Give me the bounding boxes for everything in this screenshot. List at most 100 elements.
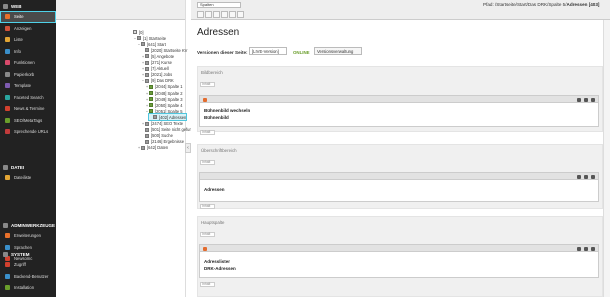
module-item[interactable]: Funktionen: [0, 57, 56, 69]
module-item-label: Sprachen: [14, 244, 32, 250]
group-icon: [3, 252, 8, 257]
page-icon: [149, 91, 153, 95]
tree-node-label: [2044] Spalte 1: [155, 84, 183, 90]
page-icon: [141, 145, 145, 150]
content-element[interactable]: Adresslister DRK-Adressen: [199, 244, 599, 278]
module-icon: [5, 106, 10, 112]
edit-icon[interactable]: [577, 246, 581, 251]
content-element[interactable]: Adressen: [199, 172, 599, 202]
tree-node[interactable]: + [2050] Spalte 4: [145, 102, 183, 108]
page-icon: [145, 60, 149, 65]
module-icon: [5, 129, 10, 135]
content-element[interactable]: Bühnenbild wechseln Bühnenbild: [199, 95, 599, 127]
edit-icon[interactable]: [577, 174, 581, 179]
page-icon: [141, 42, 145, 47]
module-item[interactable]: SEO/MetaTags: [0, 115, 56, 127]
search-icon[interactable]: [221, 11, 228, 18]
module-item[interactable]: Dateiliste: [0, 172, 56, 184]
breadcrumb: Pfad: /Startseite/Start/Das DRK/Spalte 5…: [483, 2, 599, 7]
module-item[interactable]: Seite: [0, 11, 56, 23]
view-mode-select[interactable]: Spalten: [197, 2, 241, 8]
visibility-icon[interactable]: [584, 174, 588, 179]
content-title: Adresslister: [204, 259, 231, 264]
module-item[interactable]: Installation: [0, 282, 56, 294]
tree-node-label: [402] Adressen: [159, 114, 187, 120]
module-group-3[interactable]: SYSTEM: [0, 250, 56, 259]
module-group-label: DATEI: [11, 165, 25, 170]
tree-node-label: [2474] SEO Texte: [151, 121, 184, 126]
module-group-1[interactable]: DATEI: [0, 163, 56, 172]
module-item[interactable]: News & Termine: [0, 103, 56, 115]
module-group-label: ADMINWERKZEUGE: [11, 223, 55, 228]
new-content-button[interactable]: Inhalt: [200, 204, 215, 209]
tree-node[interactable]: + [2048] Spalte 2: [145, 90, 183, 96]
breadcrumb-page: Adressen [403]: [566, 2, 600, 7]
page-icon: [145, 121, 149, 126]
tree-node[interactable]: + [271] Kurse: [141, 60, 172, 66]
page-icon: [149, 103, 153, 108]
delete-icon[interactable]: [591, 246, 595, 251]
edit-icon[interactable]: [577, 97, 581, 102]
new-content-button[interactable]: Inhalt: [200, 232, 215, 237]
breadcrumb-path: Pfad: /Startseite/Start/Das DRK/Spalte 5…: [483, 2, 567, 7]
tree-node[interactable]: + [2044] Spalte 1: [145, 84, 183, 90]
tree-node[interactable]: [500] Suche: [141, 133, 173, 139]
new-content-button[interactable]: Inhalt: [200, 82, 215, 87]
new-content-icon[interactable]: [213, 11, 220, 18]
tree-node-label: [2021] Jobs: [151, 72, 173, 78]
tree-node[interactable]: + [2474] SEO Texte: [141, 121, 183, 127]
module-item[interactable]: Liste: [0, 34, 56, 46]
module-group-2[interactable]: ADMINWERKZEUGE: [0, 221, 56, 230]
module-item[interactable]: Erweiterungen: [0, 230, 56, 242]
content-title: Bühnenbild wechseln: [204, 108, 251, 113]
module-item[interactable]: Info: [0, 46, 56, 58]
tree-node[interactable]: + [7] Aktuell: [141, 66, 169, 72]
new-content-button[interactable]: Inhalt: [200, 160, 215, 165]
module-item[interactable]: Papierkorb: [0, 69, 56, 81]
refresh-icon[interactable]: [229, 11, 236, 18]
edit-page-icon[interactable]: [205, 11, 212, 18]
visibility-icon[interactable]: [584, 97, 588, 102]
group-icon: [3, 165, 8, 170]
tree-node-label: [2049] Spalte 3: [155, 96, 183, 102]
tree-node[interactable]: [501] Seite nicht gefunden: [141, 127, 199, 133]
tree-node[interactable]: + [642] Daten: [137, 145, 168, 151]
delete-icon[interactable]: [591, 174, 595, 179]
tree-node-label: [500] Suche: [151, 133, 173, 139]
tree-node[interactable]: + [2021] Jobs: [141, 72, 172, 78]
module-icon: [5, 14, 10, 20]
bookmark-icon[interactable]: [237, 11, 244, 18]
view-icon[interactable]: [197, 11, 204, 18]
version-select[interactable]: [LIVE-Version]: [249, 47, 287, 55]
tree-node[interactable]: − [641] Start: [137, 41, 166, 47]
tree-node[interactable]: [0]: [129, 29, 144, 35]
module-item-label: Seite: [14, 14, 24, 20]
module-item[interactable]: Backend-Benutzer: [0, 271, 56, 283]
module-icon: [5, 285, 10, 291]
module-item-label: SEO/MetaTags: [14, 117, 43, 123]
tree-node[interactable]: + [2049] Spalte 3: [145, 96, 183, 102]
version-manager-button[interactable]: Versionsverwaltung: [314, 47, 362, 55]
module-item-label: Backend-Benutzer: [14, 273, 49, 279]
tree-node[interactable]: − [9] Das DRK: [141, 78, 174, 84]
module-item[interactable]: Faceted Search: [0, 92, 56, 104]
module-item[interactable]: Template: [0, 80, 56, 92]
module-item[interactable]: Zugriff: [0, 259, 56, 271]
tree-node[interactable]: − [2051] Spalte 5: [145, 108, 183, 114]
visibility-icon[interactable]: [584, 246, 588, 251]
delete-icon[interactable]: [591, 97, 595, 102]
module-item-label: Installation: [14, 285, 35, 291]
tree-node[interactable]: [2020] Startseite KV: [141, 47, 187, 53]
new-content-button[interactable]: Inhalt: [200, 282, 215, 287]
module-item[interactable]: Anzeigen: [0, 23, 56, 35]
tree-node[interactable]: − [1] Startseite: [133, 35, 166, 41]
new-content-button[interactable]: Inhalt: [200, 130, 215, 135]
module-group-0[interactable]: WEB: [0, 2, 56, 11]
tree-node[interactable]: [2146] Ergebnisse: [141, 139, 184, 145]
tree-node[interactable]: + [5] Angebote: [141, 53, 174, 59]
tree-node-selected[interactable]: [402] Adressen: [147, 113, 188, 122]
module-item[interactable]: Sprechende URLs: [0, 126, 56, 138]
module-icon: [5, 60, 10, 66]
scrollbar[interactable]: [603, 20, 610, 297]
module-icon: [5, 94, 10, 100]
